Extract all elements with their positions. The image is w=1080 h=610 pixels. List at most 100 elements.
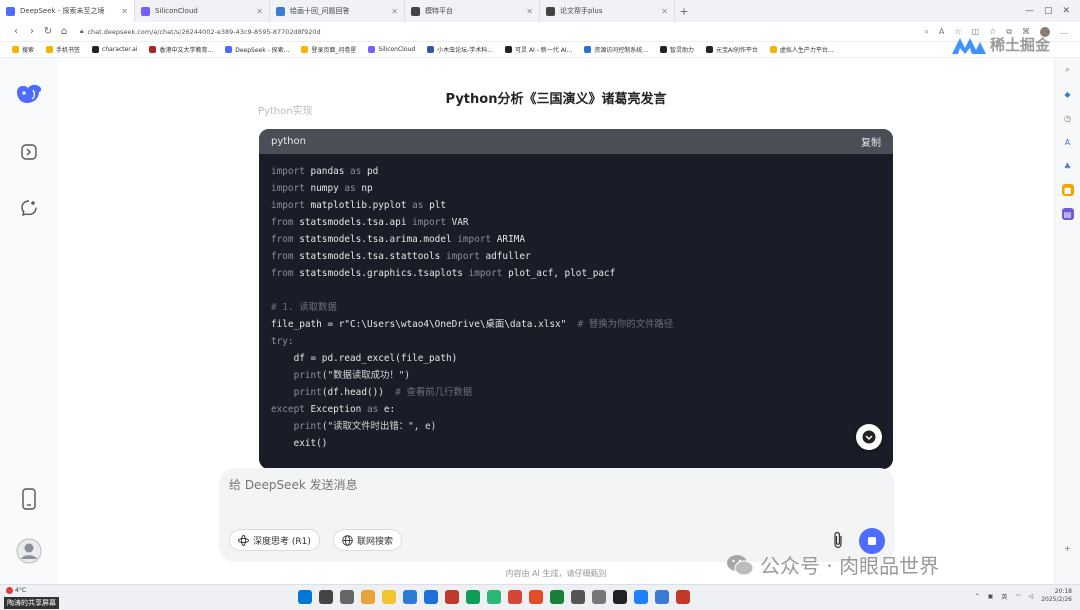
url-field[interactable]: 🔒︎ chat.deepseek.com/a/chat/s/26244002-e… — [80, 27, 924, 36]
app-icon[interactable] — [613, 590, 627, 604]
bookmark-favicon-icon — [427, 46, 435, 53]
games-icon[interactable]: ♣ — [1062, 160, 1074, 172]
code-token: ARIMA — [491, 234, 526, 245]
outlook-icon[interactable]: ▤ — [1061, 208, 1074, 220]
bookmark-item[interactable]: 手机书签 — [40, 45, 86, 54]
bookmark-item[interactable]: 智灵助力 — [654, 45, 700, 54]
store-icon[interactable] — [424, 590, 438, 604]
tab-favicon-icon — [546, 6, 555, 16]
app-icon[interactable] — [550, 590, 564, 604]
code-token: import — [271, 183, 305, 194]
app-icon[interactable] — [676, 590, 690, 604]
bookmark-label: 智灵助力 — [670, 47, 695, 54]
file-explorer-icon[interactable] — [382, 590, 396, 604]
close-tab-icon[interactable]: ✕ — [121, 7, 128, 16]
close-tab-icon[interactable]: ✕ — [391, 7, 398, 16]
user-avatar[interactable] — [16, 538, 42, 568]
app-icon[interactable] — [445, 590, 459, 604]
code-token: import — [468, 268, 503, 279]
browser-tab[interactable]: DeepSeek - 探索未至之境 ✕ — [0, 0, 135, 22]
deep-think-toggle[interactable]: 深度思考 (R1) — [229, 529, 320, 551]
back-icon[interactable]: ‹ — [8, 26, 24, 37]
new-tab-icon[interactable]: + — [675, 0, 693, 22]
web-search-toggle[interactable]: 联网搜索 — [333, 529, 403, 551]
code-line: except Exception as e: — [271, 401, 881, 418]
minimize-icon[interactable]: — — [1025, 6, 1034, 16]
attach-file-button[interactable] — [828, 529, 848, 551]
bookmark-item[interactable]: 虚拟人生产力平台... — [764, 45, 840, 54]
bookmark-item[interactable]: 资源访问控制系统... — [578, 45, 654, 54]
chevron-down-icon — [862, 430, 876, 444]
bookmark-item[interactable]: 香港中文大学教育... — [143, 45, 219, 54]
bookmark-item[interactable]: 可灵 AI - 新一代 AI... — [499, 45, 578, 54]
weather-text: 4°C — [15, 587, 27, 594]
copilot-icon[interactable]: ◆ — [1062, 88, 1074, 100]
paperclip-icon — [834, 531, 842, 549]
app-icon[interactable] — [634, 590, 648, 604]
close-tab-icon[interactable]: ✕ — [661, 7, 668, 16]
browser-tab[interactable]: 绘画十回_问题回答 ✕ — [270, 0, 405, 22]
bottom-watermark: 公众号 · 肉眼品世界 — [726, 550, 939, 579]
copy-code-button[interactable]: 复制 — [861, 134, 881, 149]
app-icon[interactable] — [571, 590, 585, 604]
browser-tab[interactable]: SiliconCloud ✕ — [135, 0, 270, 22]
code-line: df = pd.read_excel(file_path) — [271, 350, 881, 367]
read-aloud-icon[interactable]: A — [939, 27, 944, 36]
translate-icon[interactable]: A — [1062, 136, 1074, 148]
app-icon[interactable] — [508, 590, 522, 604]
app-icon[interactable] — [655, 590, 669, 604]
tray-chevron-icon[interactable]: ⌃ — [975, 593, 980, 600]
bookmark-item[interactable]: 元宝AI创作平台 — [700, 45, 764, 54]
bookmark-item[interactable]: DeepSeek - 探索... — [219, 45, 295, 54]
home-icon[interactable]: ⌂ — [56, 26, 72, 37]
bookmark-favicon-icon — [368, 46, 376, 53]
code-token: file_path = r"C:\Users\wtao4\OneDrive\桌面… — [271, 319, 567, 330]
close-tab-icon[interactable]: ✕ — [526, 7, 533, 16]
zoom-icon[interactable]: ⌕ — [924, 27, 928, 37]
forward-icon[interactable]: › — [24, 26, 40, 37]
search-icon[interactable] — [319, 590, 333, 604]
browser-tab[interactable]: 模特平台 ✕ — [405, 0, 540, 22]
task-view-icon[interactable] — [340, 590, 354, 604]
bookmark-item[interactable]: 搜索 — [6, 45, 40, 54]
search-icon[interactable]: ⌕ — [1062, 64, 1074, 76]
wechat-taskbar-icon[interactable] — [487, 590, 501, 604]
clock[interactable]: 20:18 2025/2/26 — [1041, 588, 1072, 604]
mail-icon[interactable] — [403, 590, 417, 604]
bookmark-item[interactable]: SiliconCloud — [362, 46, 421, 53]
tools-icon[interactable]: ■ — [1061, 184, 1074, 196]
wifi-icon[interactable]: ◠ — [1015, 593, 1020, 600]
volume-icon[interactable]: ◁ — [1029, 593, 1034, 600]
input-method-icon[interactable]: 英 — [1001, 592, 1007, 601]
maximize-icon[interactable]: ▢ — [1044, 6, 1053, 16]
add-icon[interactable]: + — [1062, 542, 1074, 554]
message-input[interactable] — [229, 478, 789, 492]
new-chat-icon[interactable] — [19, 198, 39, 218]
deepseek-logo-icon[interactable] — [15, 82, 43, 106]
app-sidebar — [0, 58, 58, 584]
reload-icon[interactable]: ↻ — [40, 26, 56, 37]
weather-widget[interactable]: 4°C — [6, 587, 26, 594]
start-icon[interactable] — [298, 590, 312, 604]
open-sidebar-icon[interactable] — [19, 142, 39, 162]
app-icon[interactable] — [592, 590, 606, 604]
mobile-app-icon[interactable] — [22, 488, 36, 514]
history-icon[interactable]: ◷ — [1062, 112, 1074, 124]
close-tab-icon[interactable]: ✕ — [256, 7, 263, 16]
more-icon[interactable]: … — [1060, 27, 1068, 36]
chrome-icon[interactable] — [361, 590, 375, 604]
bookmark-item[interactable]: 小木虫论坛-学术科... — [421, 45, 499, 54]
browser-tab[interactable]: 论文帮手plus ✕ — [540, 0, 675, 22]
bookmark-item[interactable]: character.ai — [86, 46, 143, 53]
bookmark-label: 搜索 — [22, 47, 35, 54]
app-icon[interactable] — [466, 590, 480, 604]
bookmark-favicon-icon — [660, 46, 668, 53]
scroll-to-bottom-button[interactable] — [856, 424, 882, 450]
close-window-icon[interactable]: ✕ — [1062, 6, 1070, 16]
wps-icon[interactable] — [529, 590, 543, 604]
tab-favicon-icon — [141, 6, 150, 16]
tray-app-icon[interactable]: ▣ — [988, 593, 994, 600]
code-token: import — [412, 217, 446, 228]
code-token: e: — [378, 404, 396, 415]
bookmark-item[interactable]: 登录页面_问卷星 — [295, 45, 362, 54]
